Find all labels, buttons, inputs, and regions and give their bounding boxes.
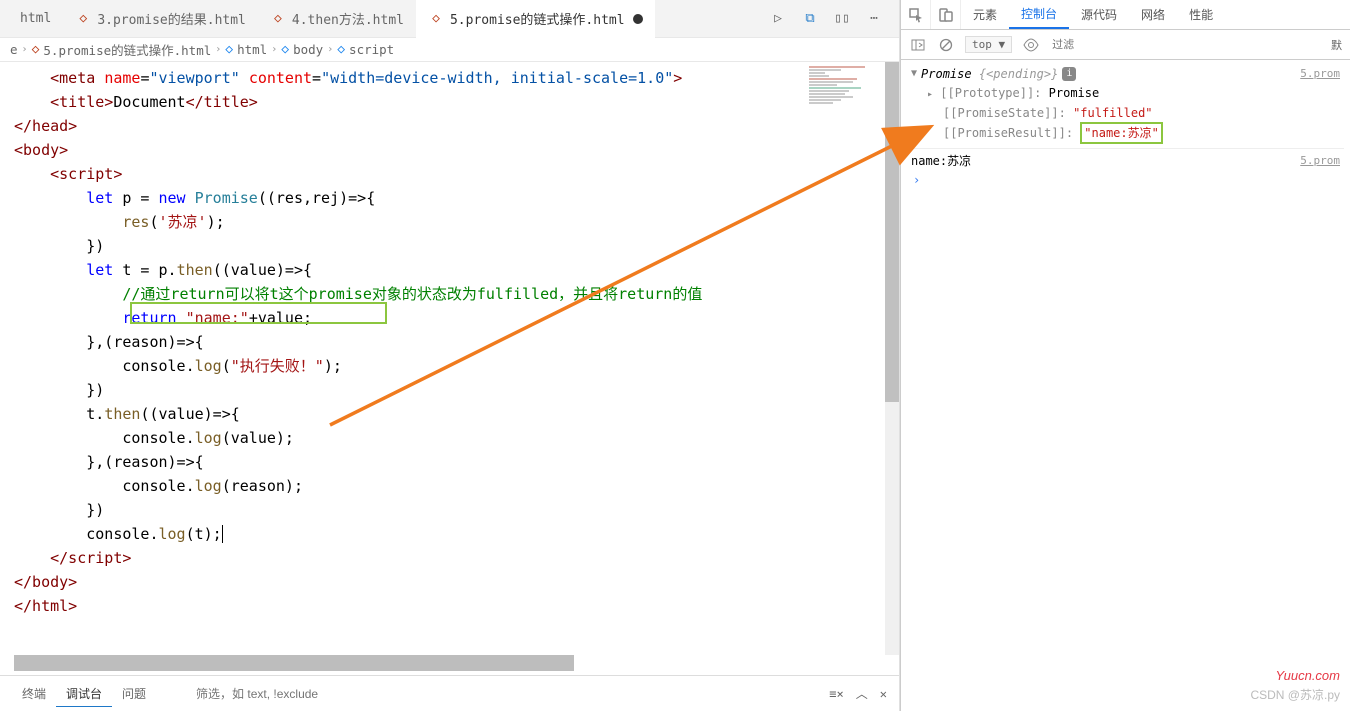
crumb-script[interactable]: ◇ script [337, 42, 394, 57]
devtools-pane: 元素 控制台 源代码 网络 性能 top ▼ 默 ▼ Promise {<pen… [900, 0, 1350, 711]
file-label: 5.promise的链式操作.html [450, 9, 625, 28]
run-icon[interactable]: ▷ [769, 10, 787, 28]
open-preview-icon[interactable]: ⧉ [801, 10, 819, 28]
tab-debug-console[interactable]: 调试台 [56, 681, 112, 707]
log-text: name:苏凉 [911, 152, 971, 170]
crumb-body[interactable]: ◇ body [281, 42, 323, 57]
console-row-promise[interactable]: ▼ Promise {<pending>} i 5.prom [907, 64, 1344, 84]
default-levels[interactable]: 默 [1331, 37, 1342, 53]
file-label: 4.then方法.html [292, 9, 404, 28]
breadcrumb: e › ◇ 5.promise的链式操作.html › ◇ html › ◇ b… [0, 38, 899, 62]
editor-pane: html ◇ 3.promise的结果.html ◇ 4.then方法.html… [0, 0, 900, 711]
chevron-right-icon: › [271, 44, 277, 55]
console-prompt[interactable]: › [907, 171, 1344, 189]
tab-actions: ▷ ⧉ ▯▯ ⋯ [769, 10, 891, 28]
dirty-indicator [633, 14, 643, 24]
file-icon: ◇ [32, 42, 40, 57]
tag-icon: ◇ [225, 42, 233, 57]
tab-problems[interactable]: 问题 [112, 681, 156, 706]
chevron-right-icon: › [215, 44, 221, 55]
console-row-log[interactable]: name:苏凉 5.prom [907, 148, 1344, 171]
horizontal-scrollbar[interactable] [14, 655, 574, 671]
file-label: 3.promise的结果.html [97, 9, 246, 28]
tab-bar: html ◇ 3.promise的结果.html ◇ 4.then方法.html… [0, 0, 899, 38]
minimap[interactable] [809, 66, 889, 126]
more-icon[interactable]: ⋯ [865, 10, 883, 28]
editor-body[interactable]: <meta name="viewport" content="width=dev… [0, 62, 899, 655]
info-icon[interactable]: i [1062, 67, 1076, 81]
device-toggle-icon[interactable] [931, 0, 961, 29]
tab-sources[interactable]: 源代码 [1069, 0, 1129, 29]
promise-result-row: [[PromiseResult]]: "name:苏凉" [907, 122, 1344, 144]
devtools-tabs: 元素 控制台 源代码 网络 性能 [901, 0, 1350, 30]
watermark-csdn: CSDN @苏凉.py [1250, 686, 1340, 703]
tab-promise-result[interactable]: ◇ 3.promise的结果.html [63, 0, 258, 38]
file-label: html [20, 11, 51, 26]
close-icon[interactable]: ✕ [880, 687, 887, 701]
file-icon: ◇ [270, 11, 286, 27]
tab-network[interactable]: 网络 [1129, 0, 1177, 29]
list-icon[interactable]: ≡⨯ [829, 687, 843, 701]
chevron-right-icon: › [22, 44, 28, 55]
expand-arrow-icon[interactable]: ▸ [927, 89, 933, 100]
tag-icon: ◇ [281, 42, 289, 57]
tab-then-method[interactable]: ◇ 4.then方法.html [258, 0, 416, 38]
tab-performance[interactable]: 性能 [1177, 0, 1225, 29]
code-area[interactable]: <meta name="viewport" content="width=dev… [14, 66, 702, 618]
source-link[interactable]: 5.prom [1300, 152, 1340, 170]
chevron-up-icon[interactable]: ︿ [856, 685, 868, 702]
tab-terminal[interactable]: 终端 [12, 681, 56, 706]
file-icon: ◇ [428, 11, 444, 27]
crumb-root[interactable]: e [10, 42, 18, 57]
promise-state-row: [[PromiseState]]: "fulfilled" [907, 104, 1344, 122]
tab-elements[interactable]: 元素 [961, 0, 1009, 29]
inspect-element-icon[interactable] [901, 0, 931, 29]
context-selector[interactable]: top ▼ [965, 36, 1012, 53]
console-toolbar: top ▼ 默 [901, 30, 1350, 60]
tab-chain-operation[interactable]: ◇ 5.promise的链式操作.html [416, 0, 655, 38]
chevron-right-icon: › [327, 44, 333, 55]
tab-console[interactable]: 控制台 [1009, 0, 1069, 29]
clear-console-icon[interactable] [937, 36, 955, 54]
console-body: ▼ Promise {<pending>} i 5.prom ▸ [[Proto… [901, 60, 1350, 193]
source-link[interactable]: 5.prom [1300, 65, 1340, 83]
scrollbar-thumb[interactable] [885, 62, 899, 402]
expand-arrow-icon[interactable]: ▼ [911, 65, 917, 83]
file-icon: ◇ [75, 11, 91, 27]
console-filter-input[interactable] [1050, 37, 1196, 53]
sidebar-toggle-icon[interactable] [909, 36, 927, 54]
split-editor-icon[interactable]: ▯▯ [833, 10, 851, 28]
eye-icon[interactable] [1022, 36, 1040, 54]
tag-icon: ◇ [337, 42, 345, 57]
bottom-panel: 终端 调试台 问题 ≡⨯ ︿ ✕ [0, 675, 899, 711]
crumb-file[interactable]: ◇ 5.promise的链式操作.html [32, 40, 212, 59]
prototype-row[interactable]: ▸ [[Prototype]]: Promise [907, 84, 1344, 104]
crumb-html[interactable]: ◇ html [225, 42, 267, 57]
watermark-yuucn: Yuucn.com [1275, 668, 1340, 683]
filter-input[interactable] [196, 687, 396, 701]
bottom-actions: ≡⨯ ︿ ✕ [829, 685, 887, 702]
tab-html[interactable]: html [8, 0, 63, 38]
vertical-scrollbar[interactable] [885, 62, 899, 655]
